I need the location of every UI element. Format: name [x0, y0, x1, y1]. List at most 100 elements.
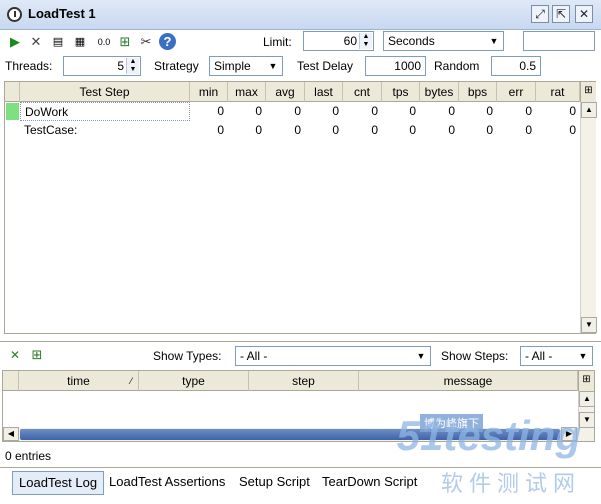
- stats-vertical-scrollbar[interactable]: ▲ ▼: [580, 102, 597, 333]
- tab-loadtest-assertions[interactable]: LoadTest Assertions: [103, 471, 231, 495]
- cell-tps: 0: [409, 104, 416, 118]
- cell-bytes: 0: [448, 123, 455, 137]
- graph-icon[interactable]: ▦: [71, 33, 89, 51]
- tab-setup-script[interactable]: Setup Script: [233, 471, 316, 495]
- scroll-up-icon[interactable]: ▲: [579, 391, 595, 407]
- export-log-icon[interactable]: ⊞: [28, 346, 46, 364]
- row-name: TestCase:: [24, 123, 78, 137]
- scroll-left-icon[interactable]: ◀: [3, 427, 19, 441]
- cell-min: 0: [217, 123, 224, 137]
- sort-icon: ⁄: [130, 376, 132, 386]
- col-header-test-step[interactable]: Test Step: [20, 82, 190, 102]
- cell-max: 0: [255, 123, 262, 137]
- col-header-bps[interactable]: bps: [459, 82, 497, 102]
- log-table-header: time ⁄ type step message: [3, 371, 578, 391]
- cell-last: 0: [332, 104, 339, 118]
- column-chooser-icon[interactable]: ⊞: [580, 82, 596, 102]
- options-icon[interactable]: ✂: [137, 33, 155, 51]
- random-field[interactable]: 0.5: [491, 56, 541, 76]
- limit-stepper[interactable]: 60 ▲ ▼: [303, 31, 374, 51]
- random-value: 0.5: [519, 59, 536, 73]
- chevron-down-icon: ▼: [578, 351, 588, 361]
- cell-cnt: 0: [371, 123, 378, 137]
- col-header-time[interactable]: time ⁄: [19, 371, 139, 391]
- show-types-select[interactable]: - All - ▼: [235, 346, 431, 366]
- limit-label: Limit:: [263, 35, 292, 49]
- col-header-bytes[interactable]: bytes: [420, 82, 459, 102]
- clear-log-icon[interactable]: ✕: [6, 346, 24, 364]
- entries-count: 0 entries: [5, 449, 52, 463]
- col-header-rat[interactable]: rat: [536, 82, 580, 102]
- cell-avg: 0: [294, 123, 301, 137]
- threads-value: 5: [117, 59, 124, 73]
- table-row[interactable]: TestCase: 0 0 0 0 0 0 0 0 0 0: [5, 121, 580, 140]
- chart-icon[interactable]: ▤: [49, 33, 67, 51]
- status-column-header: [5, 82, 20, 102]
- threads-label: Threads:: [5, 59, 53, 73]
- cell-bytes: 0: [448, 104, 455, 118]
- cell-last: 0: [332, 123, 339, 137]
- chevron-down-icon: ▼: [268, 61, 278, 71]
- show-types-value: - All -: [240, 349, 268, 363]
- column-chooser-icon[interactable]: ⊞: [578, 371, 594, 391]
- spinner-arrows-icon[interactable]: ▲ ▼: [126, 58, 139, 74]
- window-title: LoadTest 1: [28, 6, 96, 21]
- status-indicator: [6, 103, 19, 120]
- col-header-last[interactable]: last: [305, 82, 343, 102]
- test-delay-field[interactable]: 1000: [365, 56, 426, 76]
- col-header-cnt[interactable]: cnt: [343, 82, 382, 102]
- col-header-message[interactable]: message: [359, 371, 578, 391]
- strategy-value: Simple: [214, 59, 251, 73]
- table-row[interactable]: DoWork 0 0 0 0 0 0 0 0 0 0: [5, 102, 580, 121]
- cell-err: 0: [525, 104, 532, 118]
- strategy-select[interactable]: Simple ▼: [209, 56, 283, 76]
- help-icon[interactable]: ?: [159, 33, 176, 50]
- tab-teardown-script[interactable]: TearDown Script: [316, 471, 423, 495]
- threads-stepper[interactable]: 5 ▲ ▼: [63, 56, 141, 76]
- show-steps-label: Show Steps:: [441, 349, 509, 363]
- cell-min: 0: [217, 104, 224, 118]
- run-icon[interactable]: ▶: [6, 33, 24, 51]
- cell-bps: 0: [486, 104, 493, 118]
- limit-unit-value: Seconds: [388, 34, 435, 48]
- close-icon[interactable]: ✕: [575, 5, 593, 23]
- show-steps-value: - All -: [525, 349, 553, 363]
- restore-icon[interactable]: ⇱: [552, 5, 570, 23]
- stats-table-header: Test Step min max avg last cnt tps bytes…: [5, 82, 580, 102]
- cell-cnt: 0: [371, 104, 378, 118]
- col-header-max[interactable]: max: [228, 82, 266, 102]
- col-header-step[interactable]: step: [249, 371, 359, 391]
- limit-value: 60: [343, 34, 357, 48]
- stats-table: Test Step min max avg last cnt tps bytes…: [4, 81, 597, 334]
- scroll-down-icon[interactable]: ▼: [579, 412, 595, 428]
- tab-loadtest-log[interactable]: LoadTest Log: [12, 471, 105, 495]
- chevron-down-icon: ▼: [489, 36, 499, 46]
- detach-icon[interactable]: ⤢: [531, 5, 549, 23]
- divider: [0, 341, 601, 342]
- add-assertion-icon[interactable]: ⊞: [116, 33, 134, 51]
- cell-max: 0: [255, 104, 262, 118]
- watermark-subtitle: 软件测试网: [440, 471, 581, 496]
- scroll-down-icon[interactable]: ▼: [581, 317, 597, 333]
- test-delay-value: 1000: [394, 59, 421, 73]
- watermark-logo: 51testing: [396, 412, 581, 459]
- cancel-icon[interactable]: ✕: [27, 33, 45, 51]
- reset-stats-icon[interactable]: 0.0: [93, 33, 115, 51]
- spinner-arrows-icon[interactable]: ▲ ▼: [359, 33, 372, 49]
- col-header-avg[interactable]: avg: [266, 82, 305, 102]
- col-header-time-label: time: [67, 374, 90, 388]
- scroll-up-icon[interactable]: ▲: [581, 102, 597, 118]
- col-header-tps[interactable]: tps: [382, 82, 420, 102]
- show-types-label: Show Types:: [153, 349, 222, 363]
- cell-rat: 0: [569, 104, 576, 118]
- cell-tps: 0: [409, 123, 416, 137]
- col-header-min[interactable]: min: [190, 82, 228, 102]
- col-header-type[interactable]: type: [139, 371, 249, 391]
- limit-unit-select[interactable]: Seconds ▼: [383, 31, 504, 51]
- col-header-err[interactable]: err: [497, 82, 536, 102]
- show-steps-select[interactable]: - All - ▼: [520, 346, 593, 366]
- log-status-header: [3, 371, 19, 391]
- stopwatch-icon: [7, 7, 22, 22]
- row-name: DoWork: [20, 102, 190, 121]
- strategy-label: Strategy: [154, 59, 199, 73]
